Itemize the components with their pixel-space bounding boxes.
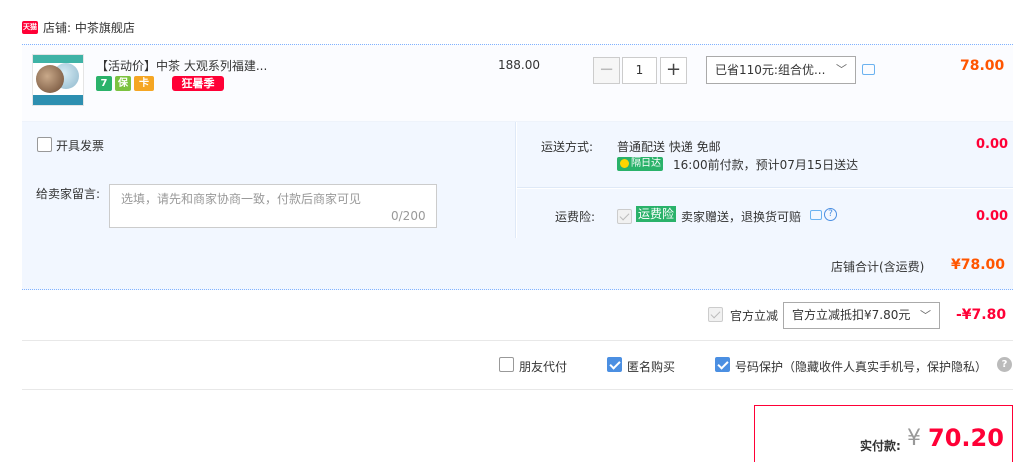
anonymous-label[interactable]: 匿名购买: [627, 358, 675, 375]
friend-pay-checkbox[interactable]: [499, 357, 514, 372]
help-icon[interactable]: ?: [824, 208, 837, 221]
next-day-badge: 隔日达: [617, 157, 663, 171]
discount-select[interactable]: 已省110元:组合优... ﹀: [706, 56, 856, 84]
delivery-eta: 16:00前付款，预计07月15日送达: [673, 158, 859, 172]
payment-label: 实付款:: [860, 439, 901, 453]
message-char-count: 0/200: [391, 209, 426, 223]
insurance-label: 运费险:: [555, 210, 596, 224]
item-total: 78.00: [960, 58, 1005, 74]
chat-icon[interactable]: [810, 210, 822, 220]
official-discount-select[interactable]: 官方立减抵扣¥7.80元 ﹀: [783, 302, 940, 329]
divider: [22, 389, 1013, 390]
invoice-checkbox[interactable]: [37, 137, 52, 152]
guarantee-icon[interactable]: 保: [115, 76, 131, 91]
invoice-label[interactable]: 开具发票: [56, 137, 104, 154]
shop-name[interactable]: 店铺: 中茶旗舰店: [43, 19, 135, 36]
seven-day-return-icon[interactable]: 7: [96, 76, 112, 91]
lightning-icon: [620, 159, 629, 168]
item-title[interactable]: 【活动价】中茶 大观系列福建...: [96, 57, 267, 74]
item-row: [22, 44, 1013, 122]
insurance-checkbox: [617, 209, 632, 224]
quantity-decrease-button[interactable]: −: [593, 57, 620, 84]
discount-select-value: 已省110元:组合优...: [715, 63, 826, 77]
official-discount-value: -¥7.80: [956, 307, 1007, 323]
quantity-input[interactable]: 1: [622, 57, 657, 84]
phone-protect-label[interactable]: 号码保护（隐藏收件人真实手机号，保护隐私）: [735, 358, 987, 375]
chat-icon[interactable]: [862, 64, 875, 75]
chevron-down-icon: ﹀: [920, 309, 931, 322]
shipping-fee: 0.00: [976, 137, 1009, 152]
phone-protect-checkbox[interactable]: [715, 357, 730, 372]
message-label: 给卖家留言:: [36, 187, 101, 201]
divider: [22, 340, 1013, 341]
official-discount-select-value: 官方立减抵扣¥7.80元: [792, 308, 911, 322]
insurance-badge: 运费险: [636, 206, 677, 222]
credit-card-icon[interactable]: 卡: [134, 76, 154, 91]
shipping-method: 普通配送 快递 免邮: [617, 140, 721, 154]
anonymous-checkbox[interactable]: [607, 357, 622, 372]
insurance-text: 卖家赠送，退换货可赔: [681, 210, 802, 224]
question-icon[interactable]: ?: [997, 357, 1012, 372]
shipping-label: 运送方式:: [541, 140, 594, 154]
official-discount-checkbox: [708, 307, 723, 322]
unit-price: 188.00: [498, 58, 540, 72]
message-placeholder: 选填，请先和商家协商一致，付款后商家可见: [121, 192, 362, 206]
next-day-badge-label: 隔日达: [631, 158, 661, 169]
insurance-fee: 0.00: [976, 209, 1009, 224]
shipping-panel: [517, 122, 1013, 188]
friend-pay-label[interactable]: 朋友代付: [519, 358, 567, 375]
tmall-logo-icon: 天猫: [22, 21, 38, 34]
payment-amount: 70.20: [928, 424, 1004, 452]
shop-total-label: 店铺合计(含运费): [831, 260, 925, 274]
product-thumbnail[interactable]: [32, 54, 84, 106]
promo-tag: 狂暑季: [172, 76, 224, 91]
currency-symbol: ¥: [907, 426, 921, 451]
official-discount-label: 官方立减: [730, 309, 779, 323]
shop-total-value: ¥78.00: [951, 257, 1006, 273]
chevron-down-icon: ﹀: [836, 63, 847, 76]
quantity-increase-button[interactable]: +: [660, 57, 687, 84]
